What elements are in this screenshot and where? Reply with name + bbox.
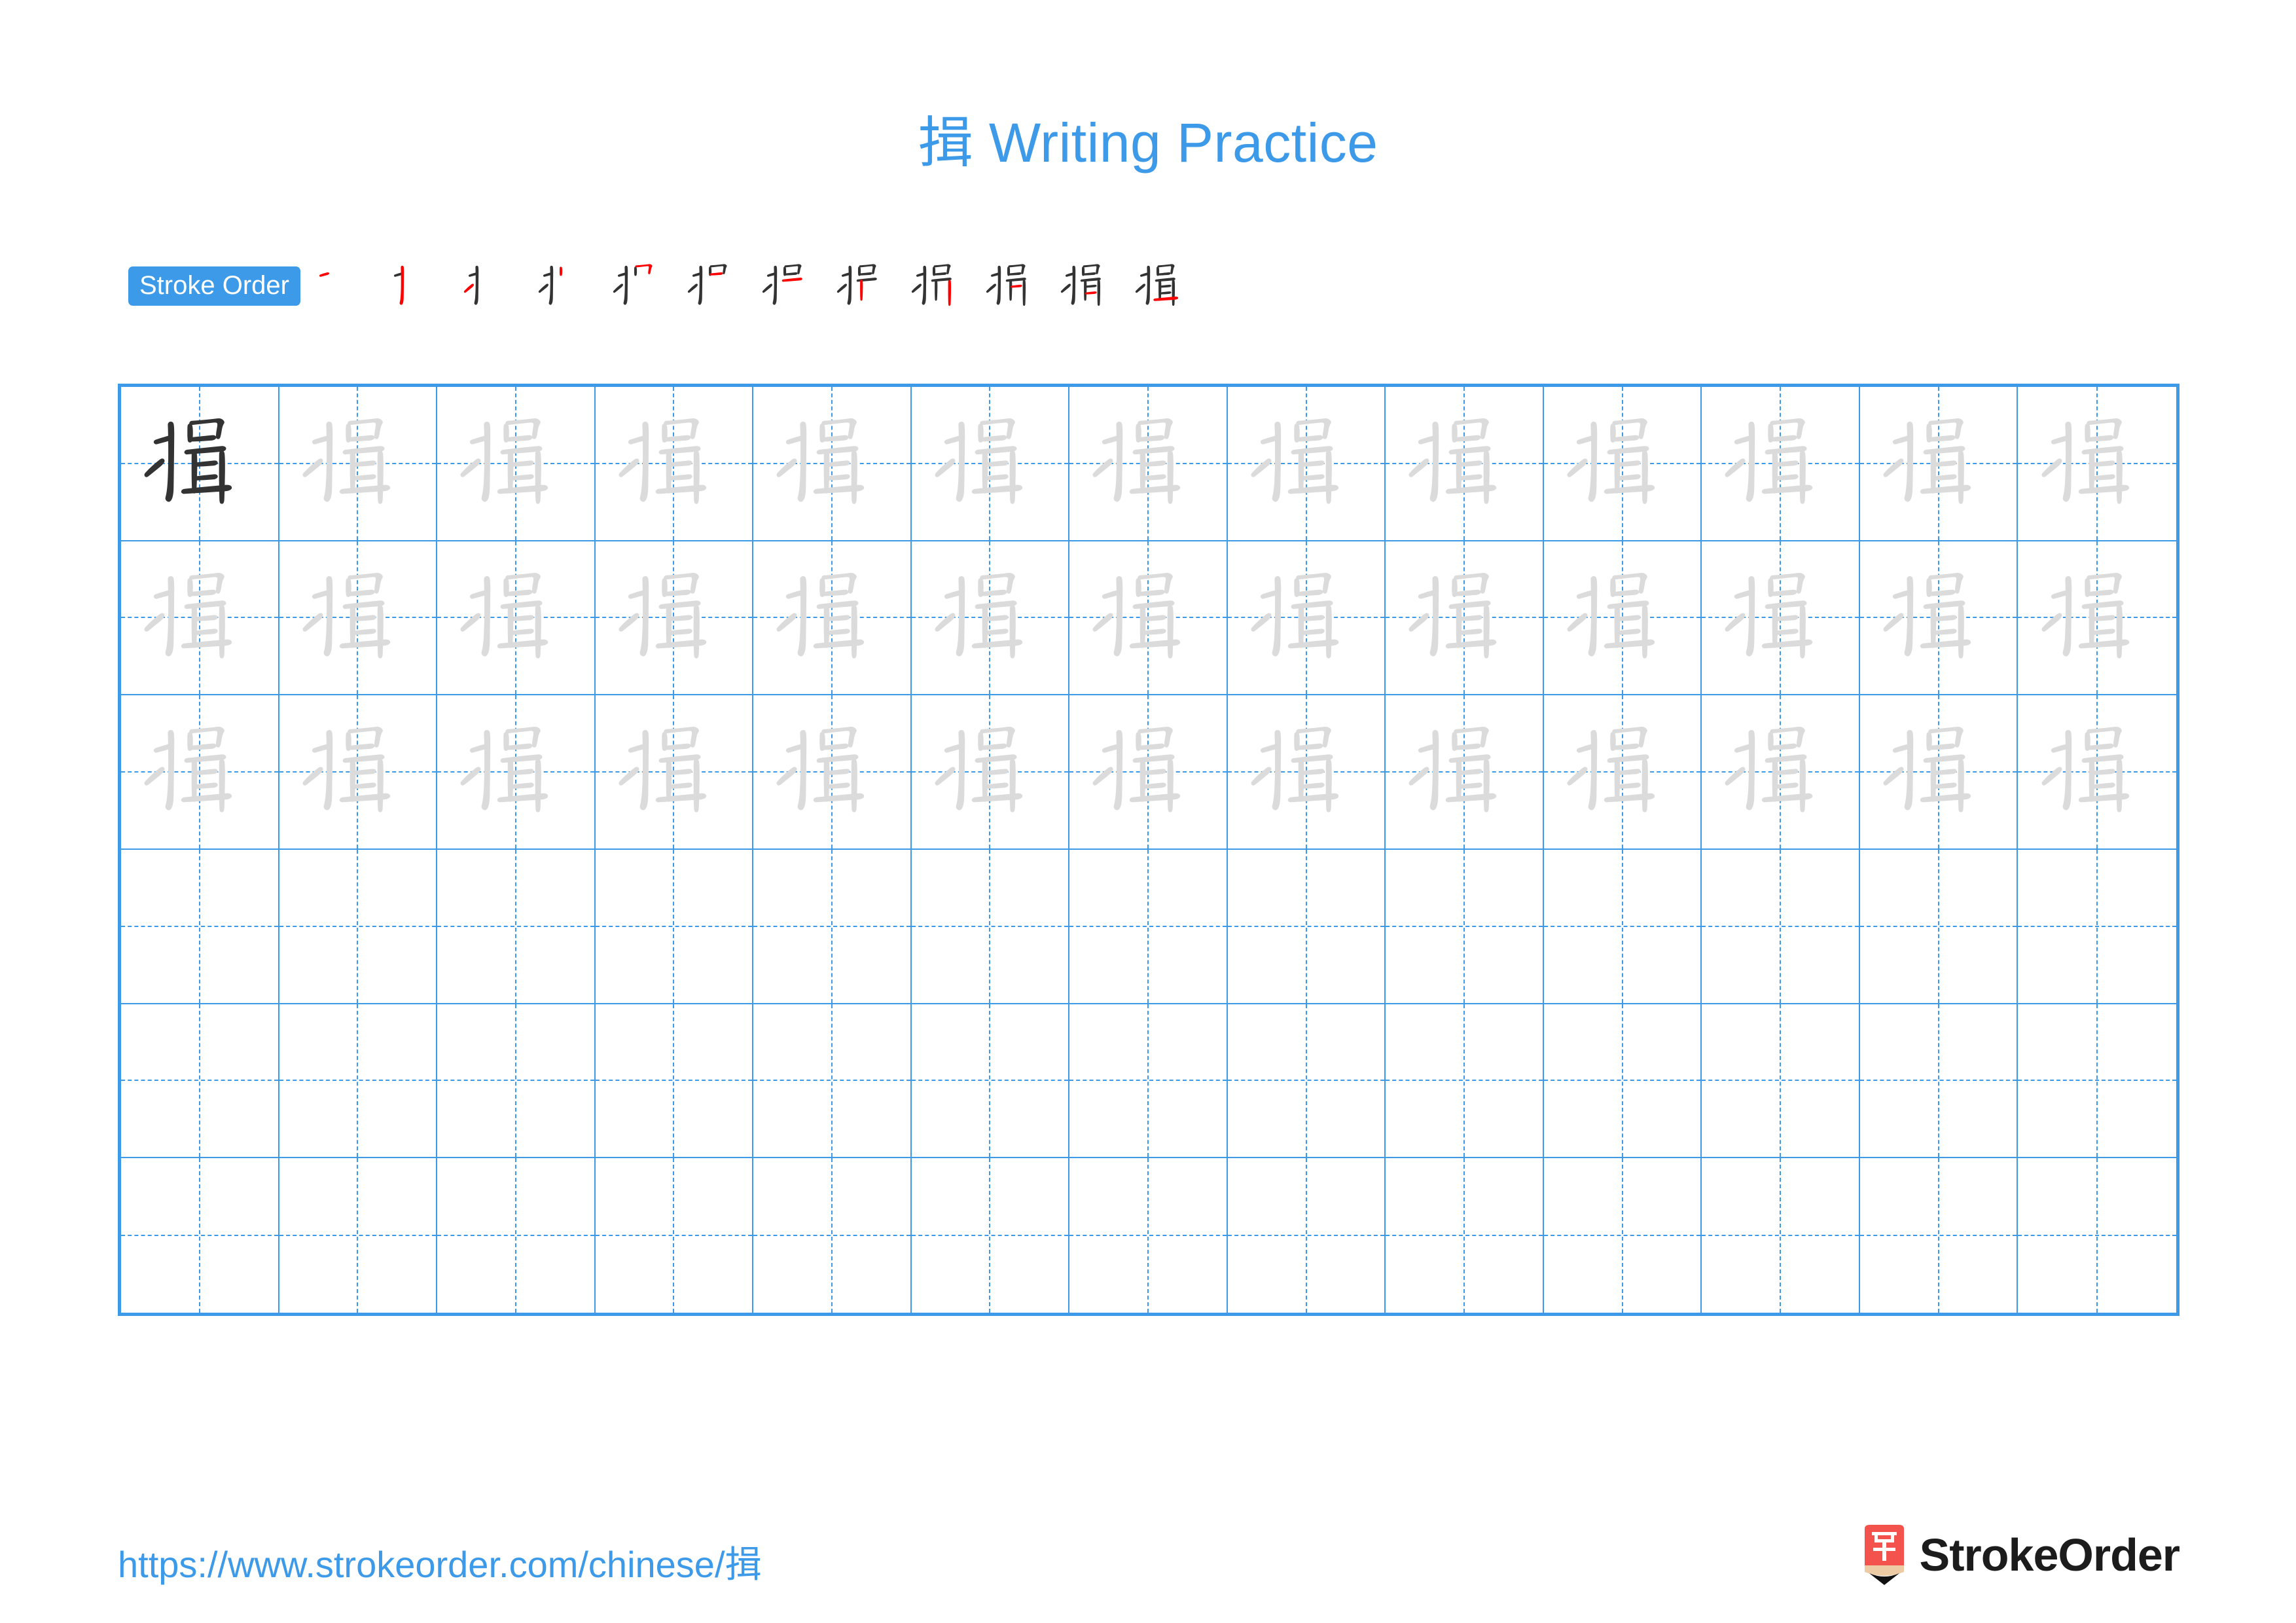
blank-practice-cell[interactable] [753,850,912,1004]
trace-character-cell[interactable] [1069,695,1228,850]
blank-practice-cell[interactable] [279,1158,438,1313]
trace-character-cell[interactable] [1859,541,2018,696]
blank-practice-cell[interactable] [121,1004,279,1159]
blank-practice-cell[interactable] [911,850,1070,1004]
blank-practice-cell[interactable] [2018,1004,2176,1159]
blank-practice-cell[interactable] [1543,850,1702,1004]
trace-character-cell[interactable] [1386,387,1544,541]
trace-character-cell[interactable] [1859,695,2018,850]
stroke-step-4 [528,247,603,325]
blank-practice-cell[interactable] [1386,850,1544,1004]
trace-character-cell[interactable] [279,387,438,541]
stroke-step-1 [304,247,379,325]
trace-character-cell[interactable] [121,541,279,696]
trace-character-cell[interactable] [911,541,1070,696]
trace-character-cell[interactable] [1386,541,1544,696]
page-title: 揖 Writing Practice [918,112,1378,173]
trace-character-cell[interactable] [279,541,438,696]
model-character-cell[interactable] [121,387,279,541]
blank-practice-cell[interactable] [279,850,438,1004]
blank-practice-cell[interactable] [121,1158,279,1313]
blank-practice-cell[interactable] [1227,1004,1386,1159]
trace-character-cell[interactable] [1702,387,1860,541]
trace-character-cell[interactable] [595,387,754,541]
trace-character-cell[interactable] [1702,541,1860,696]
blank-practice-cell[interactable] [1386,1158,1544,1313]
trace-character-cell[interactable] [753,541,912,696]
trace-character-cell[interactable] [753,387,912,541]
blank-practice-cell[interactable] [912,1158,1070,1313]
stroke-step-2 [379,247,454,325]
blank-practice-cell[interactable] [1069,850,1228,1004]
stroke-order-steps [304,247,1200,325]
blank-practice-cell[interactable] [2018,850,2176,1004]
stroke-step-3 [454,247,528,325]
blank-practice-cell[interactable] [596,1158,754,1313]
practice-grid [118,384,2179,1316]
brand-name: StrokeOrder [1919,1529,2180,1580]
blank-practice-cell[interactable] [911,1004,1070,1159]
blank-practice-cell[interactable] [437,1004,596,1159]
blank-practice-cell[interactable] [1702,1004,1860,1159]
stroke-step-11 [1050,247,1125,325]
trace-character-cell[interactable] [1227,387,1386,541]
trace-character-cell[interactable] [595,541,754,696]
stroke-order-section: Stroke Order [128,247,1200,325]
blank-practice-cell[interactable] [1228,1158,1386,1313]
stroke-order-badge: Stroke Order [128,266,300,306]
stroke-step-12 [1125,247,1200,325]
trace-character-cell[interactable] [121,695,279,850]
trace-character-cell[interactable] [1702,695,1860,850]
blank-practice-cell[interactable] [1386,1004,1544,1159]
trace-character-cell[interactable] [1386,695,1544,850]
trace-character-cell[interactable] [911,695,1070,850]
blank-practice-cell[interactable] [1702,850,1860,1004]
source-url-link[interactable]: https://www.strokeorder.com/chinese/揖 [118,1535,762,1588]
brand-logo[interactable]: StrokeOrder [1861,1519,2180,1591]
trace-character-cell[interactable] [437,387,596,541]
blank-practice-cell[interactable] [595,850,754,1004]
blank-practice-cell[interactable] [1069,1004,1228,1159]
blank-practice-cell[interactable] [1859,1004,2018,1159]
stroke-step-5 [603,247,677,325]
stroke-step-8 [827,247,901,325]
blank-practice-cell[interactable] [595,1004,754,1159]
stroke-step-7 [752,247,827,325]
stroke-step-9 [901,247,976,325]
trace-character-cell[interactable] [2018,387,2176,541]
trace-character-cell[interactable] [1859,387,2018,541]
trace-character-cell[interactable] [1227,541,1386,696]
stroke-step-6 [677,247,752,325]
trace-character-cell[interactable] [1543,541,1702,696]
blank-practice-cell[interactable] [2018,1158,2176,1313]
trace-character-cell[interactable] [1069,541,1228,696]
blank-practice-cell[interactable] [1859,850,2018,1004]
trace-character-cell[interactable] [1227,695,1386,850]
blank-practice-cell[interactable] [1860,1158,2018,1313]
trace-character-cell[interactable] [911,387,1070,541]
stroke-step-10 [976,247,1050,325]
blank-practice-cell[interactable] [437,850,596,1004]
trace-character-cell[interactable] [2018,695,2176,850]
trace-character-cell[interactable] [1543,387,1702,541]
trace-character-cell[interactable] [437,695,596,850]
blank-practice-cell[interactable] [753,1004,912,1159]
blank-practice-cell[interactable] [437,1158,596,1313]
blank-practice-cell[interactable] [121,850,279,1004]
trace-character-cell[interactable] [437,541,596,696]
blank-practice-cell[interactable] [1544,1158,1702,1313]
trace-character-cell[interactable] [1069,387,1228,541]
trace-character-cell[interactable] [595,695,754,850]
trace-character-cell[interactable] [2018,541,2176,696]
pencil-icon [1861,1525,1908,1585]
blank-practice-cell[interactable] [1069,1158,1228,1313]
blank-practice-cell[interactable] [1702,1158,1860,1313]
trace-character-cell[interactable] [1543,695,1702,850]
blank-practice-cell[interactable] [753,1158,912,1313]
blank-practice-cell[interactable] [279,1004,438,1159]
blank-practice-cell[interactable] [1543,1004,1702,1159]
trace-character-cell[interactable] [753,695,912,850]
blank-practice-cell[interactable] [1227,850,1386,1004]
trace-character-cell[interactable] [279,695,438,850]
